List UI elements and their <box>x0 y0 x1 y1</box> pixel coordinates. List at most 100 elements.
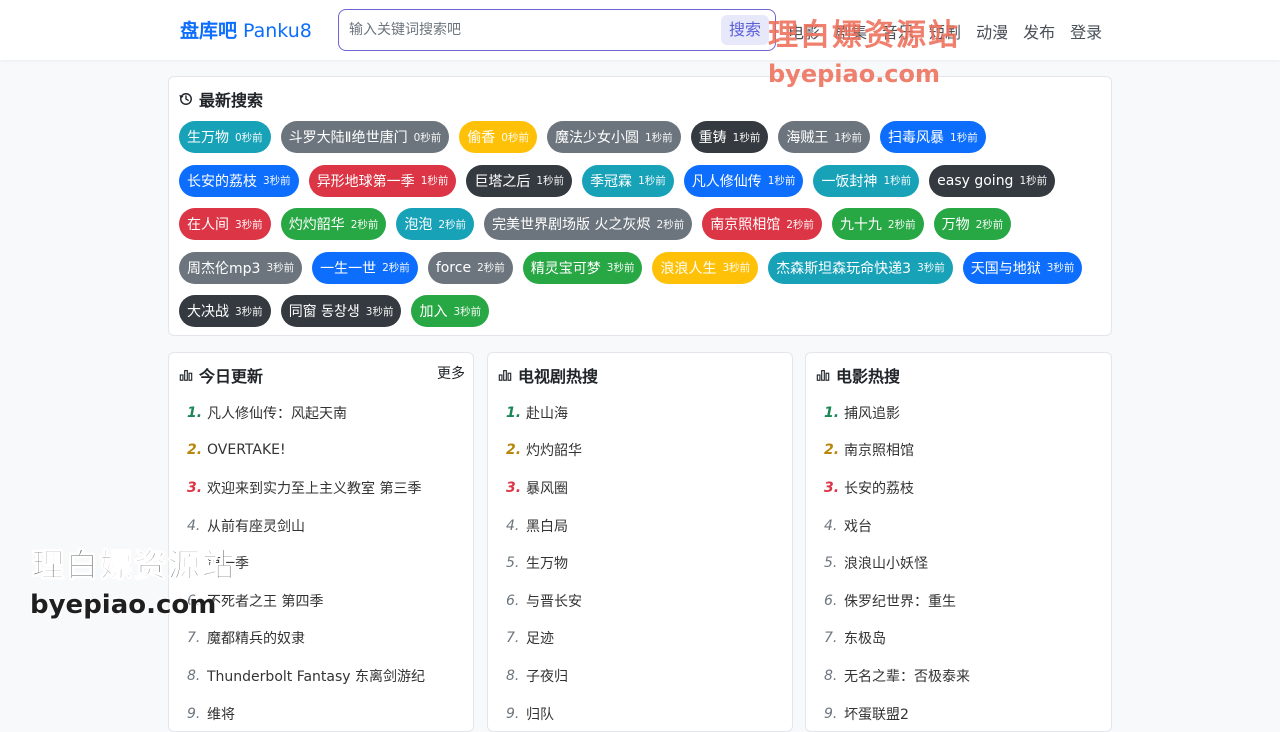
search-input[interactable] <box>349 18 709 42</box>
search-tag[interactable]: 一生一世 2秒前 <box>312 251 418 284</box>
list-item[interactable]: 2. 南京照相馆 <box>806 432 1111 470</box>
search-tag-label: 九十九 <box>839 217 882 233</box>
recent-search-title: 最新搜索 <box>179 87 263 111</box>
search-tag-time: 3秒前 <box>235 218 263 231</box>
search-tag[interactable]: 重铸 1秒前 <box>690 121 769 153</box>
search-tag-label: 完美世界剧场版 火之灰烬 <box>492 217 651 233</box>
list-item[interactable]: 2. 灼灼韶华 <box>488 432 792 470</box>
search-tag-time: 1秒前 <box>420 175 449 187</box>
search-tag-label: 生万物 <box>187 130 229 146</box>
rank-number: 6. <box>824 592 838 609</box>
search-tag[interactable]: 在人间 3秒前 <box>179 208 271 240</box>
search-tag-time: 0秒前 <box>235 131 263 144</box>
search-tag[interactable]: 异形地球第一季 1秒前 <box>308 164 457 197</box>
search-tag-label: 在人间 <box>187 217 229 233</box>
search-tag[interactable]: 杰森斯坦森玩命快递3 3秒前 <box>768 251 953 284</box>
search-tag[interactable]: 九十九 2秒前 <box>831 208 924 240</box>
search-button[interactable]: 搜索 <box>720 15 769 45</box>
search-tag-label: 灼灼韶华 <box>288 217 345 233</box>
search-tag[interactable]: 泡泡 2秒前 <box>396 208 475 240</box>
list-item-title: 暴风圈 <box>526 480 568 497</box>
rank-number: 1. <box>824 404 840 421</box>
list-item[interactable]: 4. 黑白局 <box>488 507 792 545</box>
search-tag[interactable]: 万物 2秒前 <box>933 208 1012 240</box>
search-tag[interactable]: 同窗 동창생 3秒前 <box>280 295 402 327</box>
search-tag[interactable]: 偷香 0秒前 <box>459 121 537 153</box>
list-item[interactable]: 4. 从前有座灵剑山 <box>169 507 473 545</box>
list-item[interactable]: 5. 生万物 <box>488 544 792 582</box>
rank-number: 3. <box>824 479 840 496</box>
list-item[interactable]: 2. OVERTAKE! <box>169 432 473 470</box>
rank-number: 5. <box>506 555 520 572</box>
rank-number: 2. <box>506 442 522 459</box>
search-tag[interactable]: 长安的荔枝 3秒前 <box>179 164 299 197</box>
search-tag-label: force <box>435 259 472 276</box>
search-tag-label: 偷香 <box>467 130 496 146</box>
nav-anime[interactable]: 动漫 <box>976 19 1008 43</box>
list-item[interactable]: 3. 欢迎来到实力至上主义教室 第三季 <box>169 469 473 507</box>
list-item[interactable]: 6. 侏罗纪世界：重生 <box>806 582 1111 620</box>
list-item[interactable]: 8. 子夜归 <box>488 657 792 695</box>
list-item[interactable]: 9. 维将 <box>169 695 473 732</box>
search-tag[interactable]: force 2秒前 <box>427 251 513 284</box>
watermark-text-left: 理白嫖资源站 <box>31 546 237 585</box>
search-tag[interactable]: 南京照相馆 2秒前 <box>702 208 822 240</box>
site-logo[interactable]: 盘库吧 Panku8 <box>180 16 312 43</box>
search-tag-label: 凡人修仙传 <box>691 173 762 190</box>
movie-hot-card: 电影热搜 1. 捕风追影 2. 南京照相馆 3. 长安的荔枝 4. 戏台 5. 浪浪山小妖怪 6. 侏… <box>805 352 1112 732</box>
more-link[interactable]: 更多 <box>437 363 465 383</box>
list-item-title: 灼灼韶华 <box>526 443 582 460</box>
list-item[interactable]: 9. 坏蛋联盟2 <box>806 695 1111 732</box>
list-item[interactable]: 3. 暴风圈 <box>488 469 792 507</box>
search-tag[interactable]: easy going 1秒前 <box>929 164 1056 197</box>
list-item[interactable]: 8. Thunderbolt Fantasy 东离剑游纪 <box>169 657 473 695</box>
search-tag[interactable]: 巨塔之后 1秒前 <box>466 164 573 197</box>
search-box: 搜索 <box>338 9 776 51</box>
list-item[interactable]: 1. 凡人修仙传：风起天南 <box>169 394 473 432</box>
search-tag[interactable]: 海贼王 1秒前 <box>778 121 871 153</box>
search-tag-time: 1秒前 <box>883 175 912 187</box>
chart-icon <box>498 370 512 381</box>
search-tag[interactable]: 生万物 0秒前 <box>179 121 271 153</box>
list-item-title: 捕风追影 <box>844 405 900 422</box>
search-tag[interactable]: 一饭封神 1秒前 <box>813 164 920 197</box>
recent-search-tags: 生万物 0秒前 斗罗大陆Ⅱ绝世唐门 0秒前 偷香 0秒前 魔法少女小圆 1秒前 重铸 1秒前 海贼王… <box>179 121 1103 339</box>
list-item[interactable]: 5. 浪浪山小妖怪 <box>806 544 1111 582</box>
list-item[interactable]: 4. 戏台 <box>806 507 1111 545</box>
chart-icon <box>179 370 193 381</box>
list-item[interactable]: 7. 魔都精兵的奴隶 <box>169 620 473 658</box>
search-tag[interactable]: 魔法少女小圆 1秒前 <box>546 121 681 153</box>
rank-number: 4. <box>506 517 520 534</box>
top-navbar: 盘库吧Panku8 搜索 电影 剧集 音乐 短剧 动漫 发布 登录 <box>0 0 1280 60</box>
search-tag[interactable]: 季冠霖 1秒前 <box>582 164 674 197</box>
search-tag[interactable]: 凡人修仙传 1秒前 <box>683 164 804 197</box>
list-item-title: 浪浪山小妖怪 <box>844 556 928 573</box>
list-item[interactable]: 7. 足迹 <box>488 620 792 658</box>
list-item[interactable]: 6. 与晋长安 <box>488 582 792 620</box>
list-item-title: Thunderbolt Fantasy 东离剑游纪 <box>207 668 426 685</box>
list-item[interactable]: 9. 归队 <box>488 695 792 732</box>
list-item[interactable]: 8. 无名之辈：否极泰来 <box>806 657 1111 695</box>
search-tag[interactable]: 大决战 3秒前 <box>179 295 271 327</box>
search-tag[interactable]: 扫毒风暴 1秒前 <box>880 121 986 153</box>
search-tag-time: 2秒前 <box>350 218 379 231</box>
rank-number: 7. <box>187 630 201 647</box>
list-item[interactable]: 1. 赴山海 <box>488 394 792 432</box>
tv-hot-title: 电视剧热搜 <box>498 363 598 387</box>
nav-login[interactable]: 登录 <box>1070 19 1102 43</box>
search-tag[interactable]: 加入 3秒前 <box>411 295 490 327</box>
nav-publish[interactable]: 发布 <box>1023 19 1055 43</box>
list-item[interactable]: 7. 东极岛 <box>806 620 1111 658</box>
search-tag[interactable]: 完美世界剧场版 火之灰烬 2秒前 <box>484 208 693 240</box>
search-tag[interactable]: 斗罗大陆Ⅱ绝世唐门 0秒前 <box>280 121 450 153</box>
list-item[interactable]: 3. 长安的荔枝 <box>806 469 1111 507</box>
search-tag[interactable]: 天国与地狱 3秒前 <box>962 251 1083 284</box>
search-tag-label: easy going <box>937 172 1014 189</box>
search-tag[interactable]: 周杰伦mp3 3秒前 <box>179 251 303 284</box>
list-item[interactable]: 1. 捕风追影 <box>806 394 1111 432</box>
search-tag[interactable]: 灼灼韶华 2秒前 <box>280 208 387 240</box>
rank-number: 5. <box>824 555 838 572</box>
search-tag[interactable]: 精灵宝可梦 3秒前 <box>522 251 643 284</box>
search-tag[interactable]: 浪浪人生 3秒前 <box>652 251 759 284</box>
search-tag-label: 魔法少女小圆 <box>554 130 639 146</box>
